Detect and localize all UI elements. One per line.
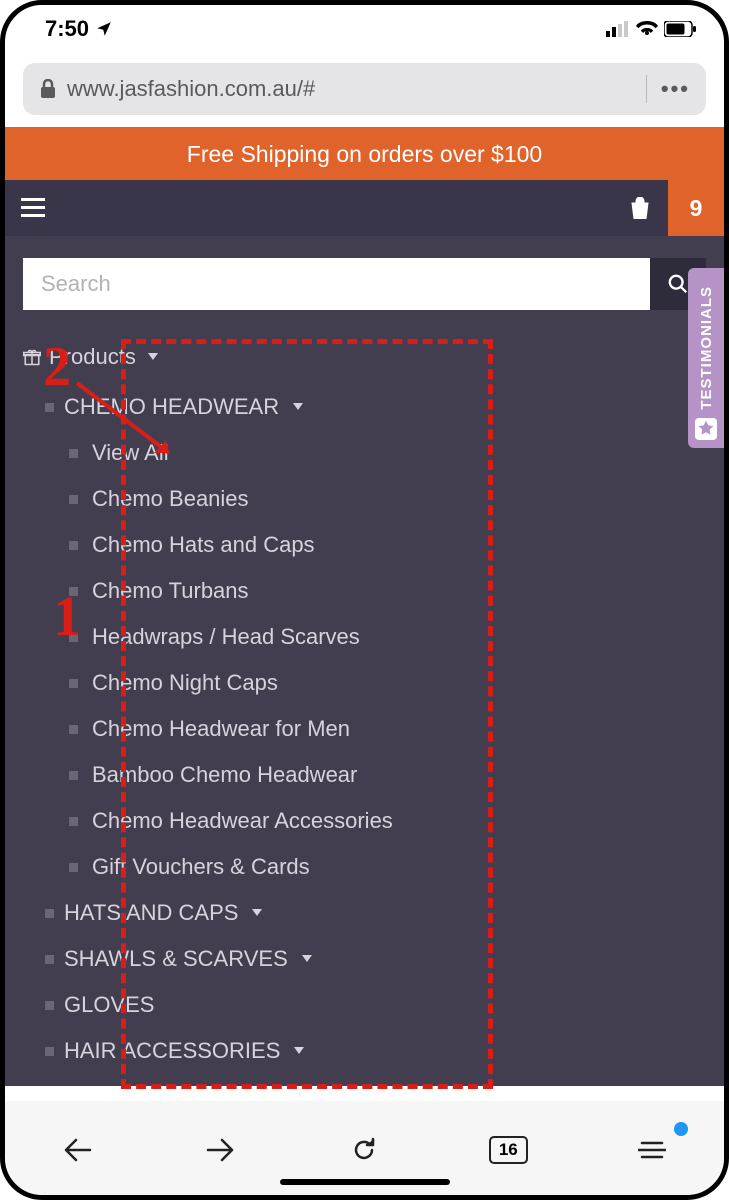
bullet-icon bbox=[69, 495, 78, 504]
menu-item-chemo-turbans[interactable]: Chemo Turbans bbox=[23, 568, 706, 614]
chevron-down-icon bbox=[252, 909, 262, 917]
phone-frame: 7:50 www.jasfashion.com.au/# ••• Free Sh… bbox=[0, 0, 729, 1200]
menu-item-gift-vouchers[interactable]: Gift Vouchers & Cards bbox=[23, 844, 706, 890]
bullet-icon bbox=[69, 449, 78, 458]
menu-item-view-all[interactable]: View All bbox=[23, 430, 706, 476]
menu-category-label: CHEMO HEADWEAR bbox=[64, 394, 279, 420]
bullet-icon bbox=[69, 587, 78, 596]
page-content: TESTIMONIALS Products CHEMO HEADWEAR bbox=[5, 236, 724, 1086]
menu-item-bamboo-chemo[interactable]: Bamboo Chemo Headwear bbox=[23, 752, 706, 798]
bullet-icon bbox=[69, 679, 78, 688]
status-bar: 7:50 bbox=[5, 5, 724, 53]
status-time: 7:50 bbox=[45, 16, 89, 42]
hamburger-menu-button[interactable] bbox=[5, 180, 61, 236]
promo-banner: Free Shipping on orders over $100 bbox=[5, 127, 724, 180]
bullet-icon bbox=[69, 771, 78, 780]
menu-category-label: HATS AND CAPS bbox=[64, 900, 238, 926]
testimonials-label: TESTIMONIALS bbox=[698, 286, 715, 410]
menu-item-label: View All bbox=[92, 440, 169, 466]
back-button[interactable] bbox=[47, 1128, 107, 1172]
notification-dot-icon bbox=[674, 1122, 688, 1136]
menu-item-chemo-beanies[interactable]: Chemo Beanies bbox=[23, 476, 706, 522]
lock-icon bbox=[39, 79, 57, 99]
location-arrow-icon bbox=[95, 20, 113, 38]
bullet-icon bbox=[45, 909, 54, 918]
search-input[interactable] bbox=[23, 258, 650, 310]
menu-category-hats-caps[interactable]: HATS AND CAPS bbox=[23, 890, 706, 936]
menu-item-label: Chemo Turbans bbox=[92, 578, 249, 604]
forward-button[interactable] bbox=[191, 1128, 251, 1172]
tabs-button[interactable]: 16 bbox=[478, 1128, 538, 1172]
bullet-icon bbox=[69, 725, 78, 734]
chevron-down-icon bbox=[293, 403, 303, 411]
testimonials-tab[interactable]: TESTIMONIALS bbox=[688, 268, 724, 448]
search-row bbox=[23, 258, 706, 310]
menu-category-label: HAIR ACCESSORIES bbox=[64, 1038, 280, 1064]
home-indicator[interactable] bbox=[280, 1179, 450, 1185]
menu-category-label: SHAWLS & SCARVES bbox=[64, 946, 288, 972]
site-nav-bar: 9 bbox=[5, 180, 724, 236]
chevron-down-icon bbox=[302, 955, 312, 963]
bullet-icon bbox=[45, 955, 54, 964]
bullet-icon bbox=[45, 1047, 54, 1056]
menu-item-chemo-hats-caps[interactable]: Chemo Hats and Caps bbox=[23, 522, 706, 568]
menu-item-chemo-accessories[interactable]: Chemo Headwear Accessories bbox=[23, 798, 706, 844]
browser-menu-button[interactable] bbox=[622, 1128, 682, 1172]
chevron-down-icon bbox=[148, 353, 158, 361]
category-menu: Products CHEMO HEADWEAR View All Chemo B bbox=[23, 338, 706, 1074]
url-menu-icon[interactable]: ••• bbox=[661, 76, 690, 102]
menu-item-label: Chemo Hats and Caps bbox=[92, 532, 315, 558]
bullet-icon bbox=[69, 863, 78, 872]
menu-item-chemo-night-caps[interactable]: Chemo Night Caps bbox=[23, 660, 706, 706]
menu-item-label: Headwraps / Head Scarves bbox=[92, 624, 360, 650]
menu-item-label: Chemo Headwear for Men bbox=[92, 716, 350, 742]
chevron-down-icon bbox=[294, 1047, 304, 1055]
gift-icon bbox=[23, 348, 41, 366]
signal-icon bbox=[606, 21, 630, 37]
menu-item-chemo-men[interactable]: Chemo Headwear for Men bbox=[23, 706, 706, 752]
bullet-icon bbox=[69, 633, 78, 642]
menu-category-gloves[interactable]: GLOVES bbox=[23, 982, 706, 1028]
menu-item-headwraps[interactable]: Headwraps / Head Scarves bbox=[23, 614, 706, 660]
tabs-count: 16 bbox=[489, 1136, 528, 1164]
menu-category-chemo-headwear[interactable]: CHEMO HEADWEAR bbox=[23, 384, 706, 430]
menu-item-label: Bamboo Chemo Headwear bbox=[92, 762, 357, 788]
menu-root-label: Products bbox=[49, 344, 136, 370]
battery-icon bbox=[664, 21, 696, 37]
bullet-icon bbox=[69, 541, 78, 550]
menu-item-label: Chemo Night Caps bbox=[92, 670, 278, 696]
reload-button[interactable] bbox=[334, 1128, 394, 1172]
menu-item-label: Chemo Beanies bbox=[92, 486, 249, 512]
menu-item-label: Gift Vouchers & Cards bbox=[92, 854, 310, 880]
url-text: www.jasfashion.com.au/# bbox=[67, 76, 632, 102]
bullet-icon bbox=[45, 1001, 54, 1010]
url-divider bbox=[646, 75, 647, 103]
bullet-icon bbox=[69, 817, 78, 826]
menu-category-hair-accessories[interactable]: HAIR ACCESSORIES bbox=[23, 1028, 706, 1074]
cart-count[interactable]: 9 bbox=[668, 180, 724, 236]
star-icon bbox=[695, 418, 717, 440]
shopping-bag-icon[interactable] bbox=[612, 180, 668, 236]
url-bar[interactable]: www.jasfashion.com.au/# ••• bbox=[23, 63, 706, 115]
bullet-icon bbox=[45, 403, 54, 412]
wifi-icon bbox=[636, 21, 658, 37]
menu-category-label: GLOVES bbox=[64, 992, 154, 1018]
menu-category-shawls-scarves[interactable]: SHAWLS & SCARVES bbox=[23, 936, 706, 982]
menu-item-label: Chemo Headwear Accessories bbox=[92, 808, 393, 834]
menu-root-products[interactable]: Products bbox=[23, 338, 706, 384]
